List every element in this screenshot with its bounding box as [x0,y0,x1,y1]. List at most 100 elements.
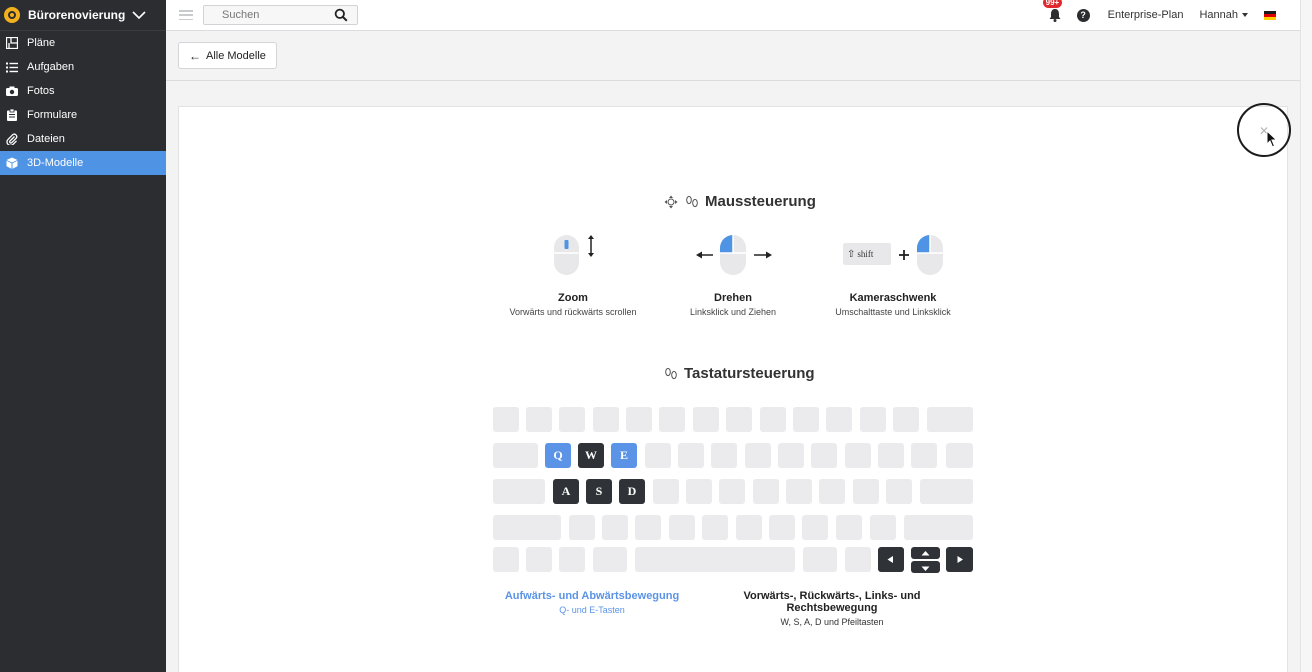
key-arrow-left [878,547,904,572]
key [493,407,519,432]
shift-key-label: shift [857,249,874,259]
sidebar-item-label: 3D-Modelle [27,157,84,169]
search-input[interactable] [204,9,334,21]
key [845,547,871,572]
user-menu[interactable]: Hannah [1199,9,1248,21]
keyboard-diagram: Q W E A S D [493,407,975,577]
key [769,515,795,540]
sidebar-item-fotos[interactable]: Fotos [0,79,166,103]
sidebar-item-label: Aufgaben [27,61,75,73]
rotate-control: Drehen Linksklick und Ziehen [666,292,800,317]
sidebar-item-3d-modelle[interactable]: 3D-Modelle [0,151,166,175]
key [493,515,561,540]
plan-link[interactable]: Enterprise-Plan [1108,9,1184,21]
key [870,515,896,540]
spacebar [635,547,795,572]
mouse-rotate-icon [696,235,772,275]
key [786,479,812,504]
floorplan-icon [5,37,18,50]
key [593,407,619,432]
key [736,515,762,540]
sidebar-item-plaene[interactable]: Pläne [0,31,166,55]
key [845,443,871,468]
mouse-scroll-icon [554,235,594,275]
zoom-title: Zoom [558,292,588,304]
bell-icon [1049,9,1061,22]
key [793,407,819,432]
key [678,443,704,468]
zoom-control: Zoom Vorwärts und rückwärts scrollen [495,292,651,317]
notification-badge: 99+ [1042,0,1063,8]
arrow-up-icon [921,551,930,556]
planar-movement-description: W, S, A, D und Pfeiltasten [780,617,884,627]
key [569,515,595,540]
camera-icon [5,85,18,98]
sidebar-item-dateien[interactable]: Dateien [0,127,166,151]
shift-key-icon: ⇧ shift [843,243,891,265]
back-to-models-button[interactable]: ← Alle Modelle [178,42,277,69]
keyboard-section-label: Tastatursteuerung [684,365,815,382]
controls-help-panel: ✕ Maussteuerung Zoom Vorwärts und rückwä… [178,103,1291,672]
key [893,407,919,432]
help-icon[interactable]: ? [1076,8,1090,22]
key [653,479,679,504]
key-arrow-up [911,547,940,559]
search-icon[interactable] [334,8,348,22]
key-q: Q [545,443,571,468]
menu-icon[interactable] [179,10,193,20]
close-button[interactable]: ✕ [1237,103,1291,157]
app-logo-icon [4,7,20,23]
sidebar-item-formulare[interactable]: Formulare [0,103,166,127]
key [493,443,538,468]
mouse-section-label: Maussteuerung [705,193,816,210]
pan-description: Umschalttaste und Linksklick [835,307,951,317]
key-w-label: W [585,448,597,462]
vertical-movement-caption: Aufwärts- und Abwärtsbewegung Q- und E-T… [485,590,699,615]
sidebar: Bürorenovierung Pläne Aufgaben Fotos For… [0,0,166,672]
chevron-down-icon[interactable] [132,8,146,22]
key [559,407,585,432]
key-w: W [578,443,604,468]
de-flag-icon[interactable] [1264,10,1276,20]
mouse-pan-icon [899,235,943,275]
shift-arrow-icon: ⇧ [847,248,856,260]
key [760,407,786,432]
vertical-movement-description: Q- und E-Tasten [559,605,625,615]
key [745,443,771,468]
vertical-movement-title: Aufwärts- und Abwärtsbewegung [504,590,680,602]
cube-icon [5,157,18,170]
pan-control: Kameraschwenk Umschalttaste und Linkskli… [814,292,972,317]
back-button-label: Alle Modelle [206,49,266,62]
key [645,443,671,468]
key [635,515,661,540]
search-box [203,5,358,25]
key [702,515,728,540]
key [778,443,804,468]
topbar: 99+ ? Enterprise-Plan Hannah [166,0,1300,31]
sidebar-item-aufgaben[interactable]: Aufgaben [0,55,166,79]
key-s-label: S [595,484,603,498]
rotate-title: Drehen [714,292,752,304]
sidebar-item-label: Pläne [27,37,56,49]
planar-movement-caption: Vorwärts-, Rückwärts-, Links- und Rechts… [697,590,967,627]
arrow-left-icon: ← [189,48,201,63]
key-s: S [586,479,612,504]
key-q-label: Q [553,448,563,462]
key [860,407,886,432]
key-d-label: D [627,484,637,498]
notifications-button[interactable]: 99+ [1042,0,1063,23]
rotate-description: Linksklick und Ziehen [689,307,777,317]
footsteps-icon [684,194,699,209]
key-arrow-right [946,547,973,572]
key [878,443,904,468]
key [686,479,712,504]
project-switcher[interactable]: Bürorenovierung [0,0,166,31]
project-name: Bürorenovierung [28,8,126,22]
arrow-right-icon [957,556,963,563]
key [711,443,737,468]
key-a: A [553,479,579,504]
key [659,407,685,432]
page-scrollbar[interactable] [1300,0,1312,672]
mouse-section-title: Maussteuerung [663,193,816,210]
caret-down-icon [1242,13,1248,17]
